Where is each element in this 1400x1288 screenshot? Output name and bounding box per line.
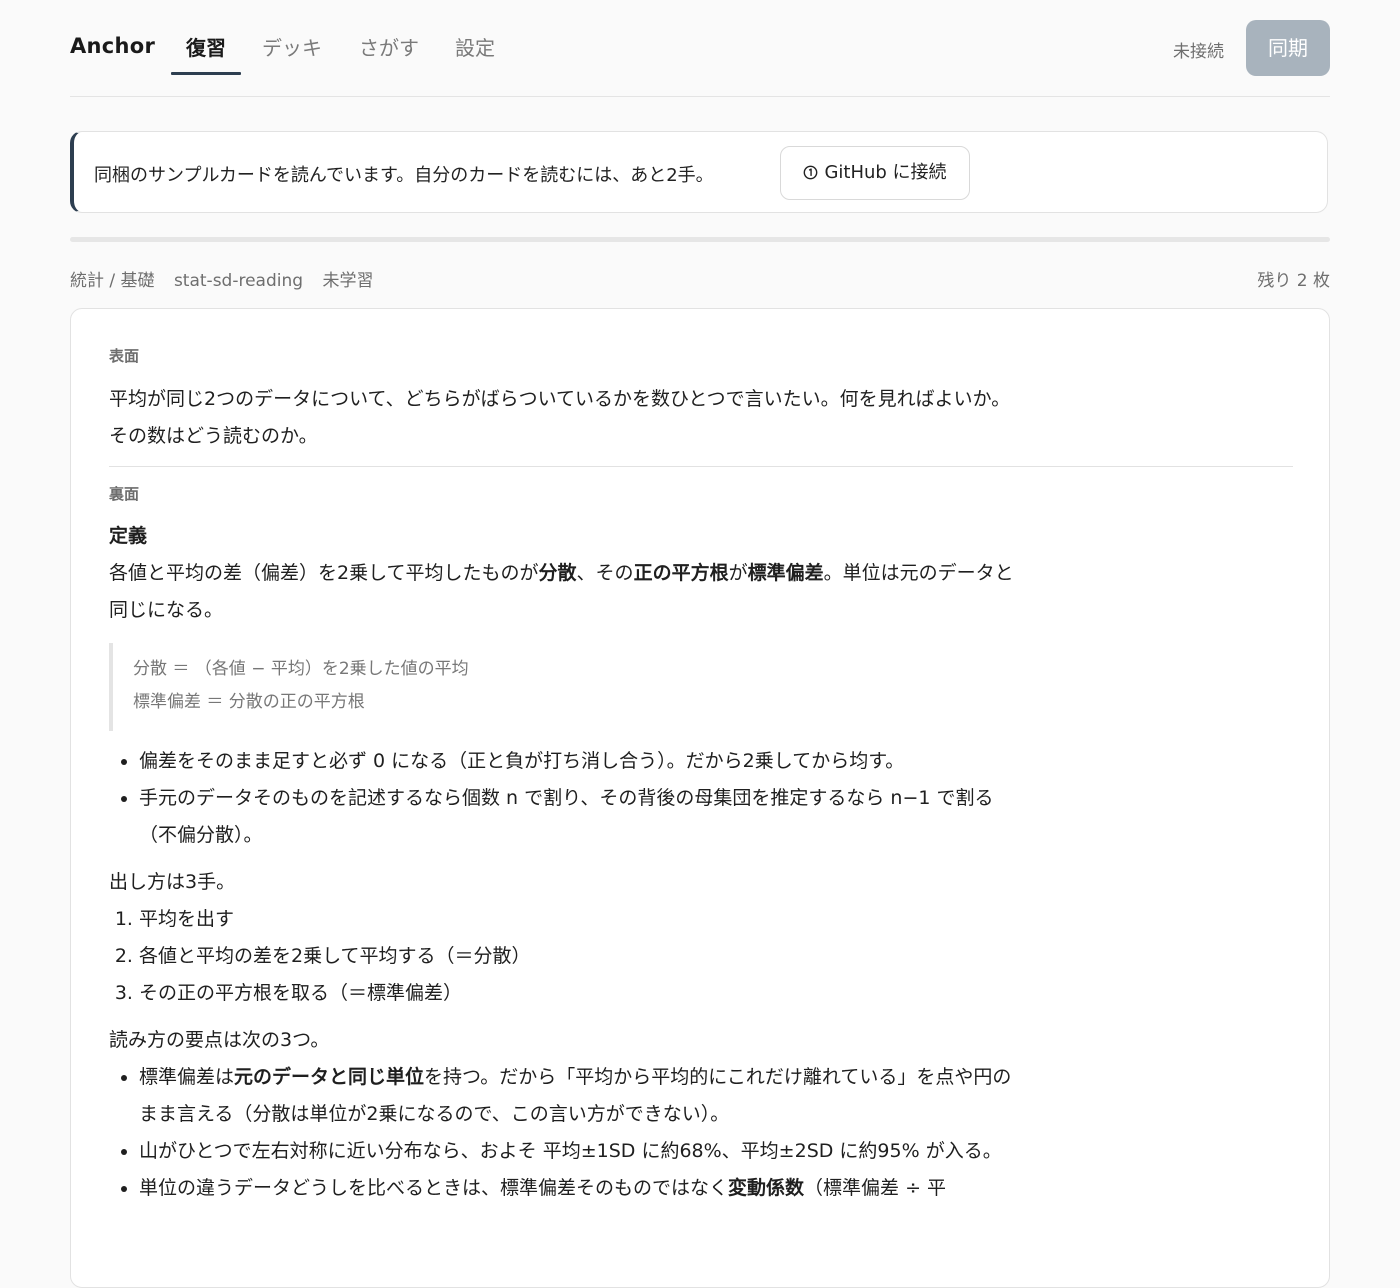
back-label: 裏面 <box>109 485 140 503</box>
steps-list: 平均を出す 各値と平均の差を2乗して平均する（＝分散） その正の平方根を取る（＝… <box>109 901 1029 1012</box>
definition-heading: 定義 <box>109 525 148 547</box>
flashcard: 表面 平均が同じ2つのデータについて、どちらがばらついているかを数ひとつで言いた… <box>70 308 1330 1288</box>
sync-button[interactable]: 同期 <box>1246 20 1330 76</box>
brand-logo[interactable]: Anchor <box>70 34 155 58</box>
tab-search[interactable]: さがす <box>359 32 419 61</box>
card-status: 未学習 <box>322 271 374 291</box>
formula-block: 分散 ＝ （各値 − 平均）を2乗した値の平均 標準偏差 ＝ 分散の正の平方根 <box>109 643 1029 731</box>
definition-text: 各値と平均の差（偏差）を2乗して平均したものが分散、その正の平方根が標準偏差。単… <box>109 562 1014 621</box>
banner-message: 同梱のサンプルカードを読んでいます。自分のカードを読むには、あと2手。 <box>94 165 714 186</box>
connect-github-button[interactable]: GitHub に接続 <box>780 146 970 200</box>
connection-status: 未接続 <box>1173 42 1224 62</box>
top-nav: Anchor 復習 デッキ さがす 設定 未接続 同期 <box>70 0 1330 97</box>
app-root: Anchor 復習 デッキ さがす 設定 未接続 同期 同梱のサンプルカードを読… <box>70 0 1330 1288</box>
list-item: 平均を出す <box>139 901 1029 938</box>
card-divider <box>109 466 1293 467</box>
list-item: 手元のデータそのものを記述するなら個数 n で割り、その背後の母集団を推定するな… <box>139 780 1029 854</box>
list-item: 標準偏差は元のデータと同じ単位を持つ。だから「平均から平均的にこれだけ離れている… <box>139 1059 1029 1133</box>
list-item: 山がひとつで左右対称に近い分布なら、およそ 平均±1SD に約68%、平均±2S… <box>139 1133 1029 1170</box>
formula-sd: 標準偏差 ＝ 分散の正の平方根 <box>133 692 365 712</box>
list-item: 各値と平均の差を2乗して平均する（＝分散） <box>139 938 1029 975</box>
card-id: stat-sd-reading <box>173 271 304 291</box>
list-item: 単位の違うデータどうしを比べるときは、標準偏差そのものではなく変動係数（標準偏差… <box>139 1170 1029 1207</box>
front-question: 平均が同じ2つのデータについて、どちらがばらついているかを数ひとつで言いたい。何… <box>109 388 1011 447</box>
connect-github-label: GitHub に接続 <box>824 162 947 183</box>
deck-path: 統計 / 基礎 <box>70 271 155 291</box>
tab-settings[interactable]: 設定 <box>455 32 495 61</box>
remaining-count: 残り 2 枚 <box>1257 271 1330 291</box>
list-item: その正の平方根を取る（＝標準偏差） <box>139 975 1029 1012</box>
active-tab-indicator <box>171 72 241 75</box>
front-label: 表面 <box>109 347 140 365</box>
steps-intro: 出し方は3手。 <box>109 871 236 893</box>
sample-cards-banner: 同梱のサンプルカードを読んでいます。自分のカードを読むには、あと2手。 GitH… <box>70 131 1328 213</box>
card-meta: 統計 / 基礎 stat-sd-reading 未学習 <box>70 266 387 291</box>
tab-decks[interactable]: デッキ <box>262 32 322 61</box>
list-item: 偏差をそのまま足すと必ず 0 になる（正と負が打ち消し合う）。だから2乗してから… <box>139 743 1029 780</box>
formula-variance: 分散 ＝ （各値 − 平均）を2乗した値の平均 <box>133 659 469 679</box>
review-progress-bar <box>70 237 1330 242</box>
info-circle-icon <box>804 165 818 180</box>
reading-list: 標準偏差は元のデータと同じ単位を持つ。だから「平均から平均的にこれだけ離れている… <box>109 1059 1029 1207</box>
tab-review[interactable]: 復習 <box>186 32 226 61</box>
reading-intro: 読み方の要点は次の3つ。 <box>109 1029 330 1051</box>
notes-list: 偏差をそのまま足すと必ず 0 になる（正と負が打ち消し合う）。だから2乗してから… <box>109 743 1029 854</box>
back-answer: 定義 各値と平均の差（偏差）を2乗して平均したものが分散、その正の平方根が標準偏… <box>109 518 1029 1207</box>
